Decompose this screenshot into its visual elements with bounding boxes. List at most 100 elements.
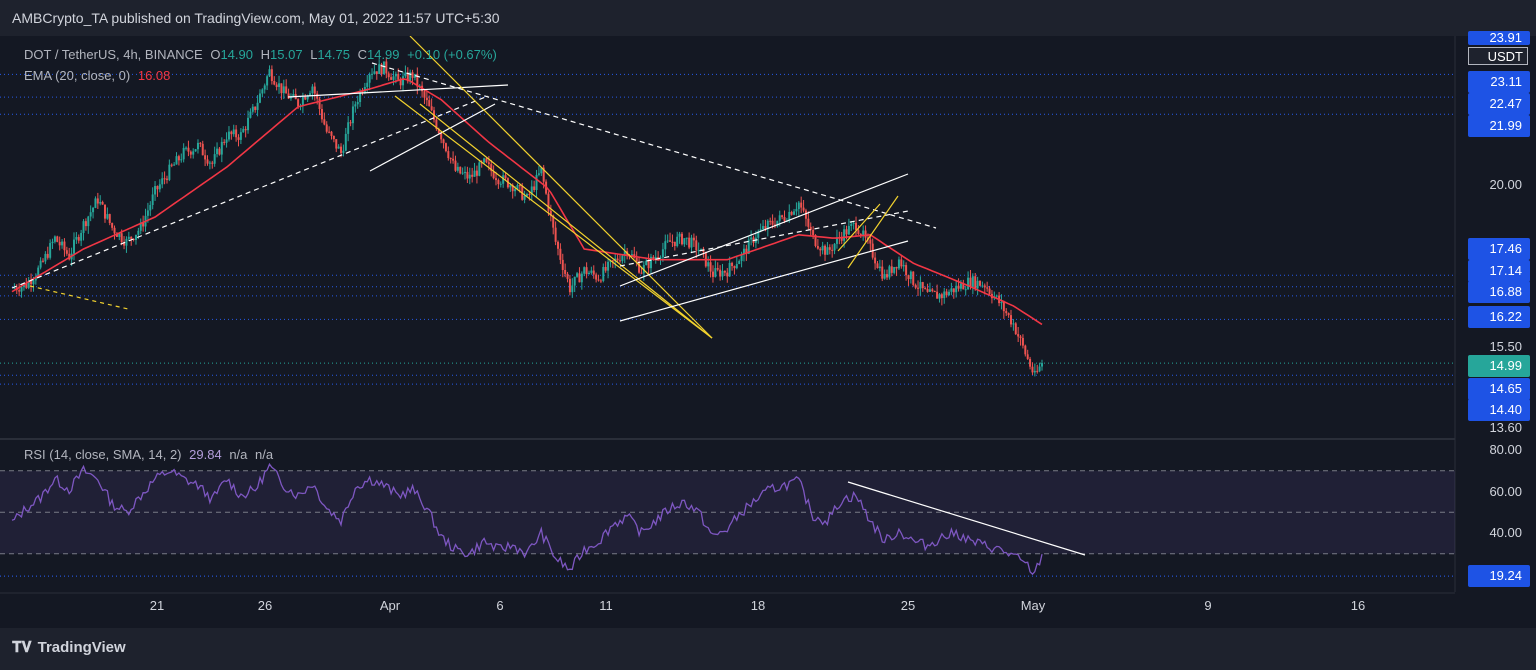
price-tick-15-50: 15.50 — [1489, 339, 1522, 354]
candle-body — [721, 270, 724, 277]
candle-body — [812, 229, 815, 236]
currency-label[interactable]: USDT — [1468, 47, 1528, 65]
candle-body — [647, 260, 650, 269]
candle-body — [852, 222, 855, 224]
publisher-text: AMBCrypto_TA published on TradingView.co… — [12, 10, 500, 26]
candle-body — [318, 98, 321, 109]
candle-body — [976, 280, 979, 289]
candle-body — [258, 93, 261, 103]
candle-body — [850, 223, 853, 227]
candle-body — [843, 229, 846, 241]
candle-body — [1014, 323, 1017, 335]
candle-body — [44, 253, 47, 262]
tradingview-brand-text: TradingView — [37, 639, 126, 656]
candle-body — [461, 172, 464, 174]
candle-body — [402, 76, 405, 86]
candle-body — [964, 289, 967, 291]
candle-body — [390, 77, 393, 80]
last-price-pill: 14.99 — [1468, 355, 1530, 377]
candle-body — [58, 241, 61, 246]
candle-body — [392, 76, 395, 80]
candle-body — [292, 94, 295, 97]
candle-body — [700, 248, 703, 250]
candle-body — [340, 146, 343, 154]
candle-body — [1024, 345, 1027, 355]
candle-body — [337, 146, 340, 149]
candle-body — [762, 226, 765, 230]
candle-body — [464, 171, 467, 173]
candle-body — [876, 263, 879, 269]
ema-legend: EMA (20, close, 0) 16.08 — [24, 68, 170, 83]
candle-body — [428, 100, 431, 107]
candle-body — [902, 265, 905, 267]
candle-body — [213, 154, 216, 164]
candle-body — [330, 131, 333, 136]
candle-body — [897, 259, 900, 269]
candle-body — [893, 266, 896, 273]
candle-body — [950, 288, 953, 292]
price-pill-14-65: 14.65 — [1468, 378, 1530, 400]
candle-body — [1033, 370, 1036, 373]
candle-body — [320, 108, 323, 120]
candle-body — [146, 210, 149, 216]
candle-body — [239, 132, 242, 140]
candle-body — [254, 106, 257, 110]
candle-body — [738, 261, 741, 265]
candle-body — [456, 166, 459, 171]
time-tick-6: 6 — [496, 598, 504, 613]
candle-body — [938, 294, 941, 299]
candle-body — [268, 69, 271, 77]
candle-body — [225, 139, 228, 143]
candle-body — [568, 278, 571, 293]
candle-body — [707, 262, 710, 267]
candle-body — [750, 237, 753, 240]
tradingview-logo[interactable]: 𝐓𝐕 TradingView — [12, 639, 126, 656]
candle-body — [673, 241, 676, 247]
rsi-value: 29.84 — [189, 447, 222, 462]
candle-body — [974, 276, 977, 289]
candle-body — [690, 237, 693, 248]
candle-body — [51, 241, 54, 244]
candle-body — [280, 83, 283, 94]
candle-body — [180, 159, 183, 161]
candle-body — [1005, 311, 1008, 314]
candle-body — [845, 229, 848, 235]
candle-body — [304, 96, 307, 100]
candle-body — [108, 214, 111, 224]
candle-body — [580, 273, 583, 283]
candle-body — [983, 285, 986, 288]
candle-body — [728, 262, 731, 277]
candle-body — [151, 194, 154, 206]
candle-body — [1017, 334, 1020, 337]
price-pill-top-partial: 23.91 — [1468, 31, 1530, 45]
candle-body — [917, 287, 920, 289]
candle-body — [103, 204, 106, 219]
rsi-tick-40: 40.00 — [1489, 525, 1522, 540]
candle-body — [921, 282, 924, 289]
candle-body — [92, 207, 95, 213]
candle-body — [487, 162, 490, 165]
candle-body — [733, 266, 736, 269]
candle-body — [378, 64, 381, 75]
candle-body — [161, 178, 164, 185]
candle-body — [177, 156, 180, 161]
candle-body — [869, 239, 872, 244]
candle-body — [430, 106, 433, 111]
candle-body — [559, 248, 562, 260]
candle-body — [864, 230, 867, 238]
candle-body — [981, 285, 984, 287]
candle-body — [218, 148, 221, 155]
candle-body — [554, 227, 557, 242]
candle-body — [595, 274, 598, 280]
candle-body — [719, 269, 722, 277]
candle-body — [907, 275, 910, 280]
candle-body — [661, 249, 664, 258]
candle-body — [466, 171, 469, 179]
candle-body — [692, 237, 695, 241]
candle-body — [53, 236, 56, 242]
candle-body — [895, 266, 898, 269]
candle-body — [695, 240, 698, 251]
chart-canvas[interactable] — [0, 36, 1536, 628]
candle-body — [106, 214, 109, 219]
rsi-pill-19-24: 19.24 — [1468, 565, 1530, 587]
